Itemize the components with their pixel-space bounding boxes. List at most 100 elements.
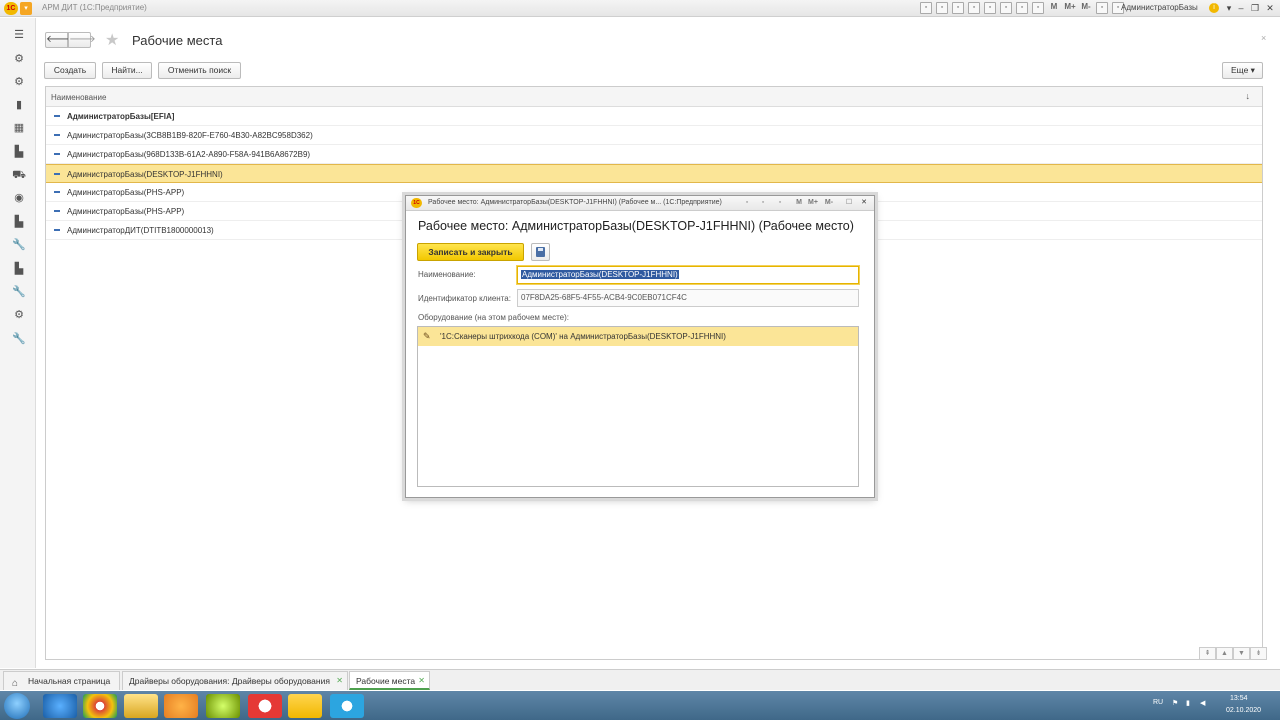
wrench-icon[interactable]: 🔧 bbox=[12, 332, 26, 346]
memory-plus-button[interactable]: M+ bbox=[808, 198, 818, 208]
tab-equipment-drivers[interactable]: Драйверы оборудования: Драйверы оборудов… bbox=[122, 671, 348, 690]
close-dialog-icon[interactable]: ✕ bbox=[859, 198, 869, 208]
close-tab-icon[interactable]: ✕ bbox=[418, 672, 425, 690]
tab-label: Драйверы оборудования: Драйверы оборудов… bbox=[129, 676, 330, 686]
table-row[interactable]: АдминистраторБазы[EFIA] bbox=[46, 107, 1262, 126]
link-icon[interactable]: ▫ bbox=[920, 2, 932, 14]
save-and-close-button[interactable]: Записать и закрыть bbox=[417, 243, 524, 261]
scroll-top-icon[interactable]: ⇞ bbox=[1199, 647, 1216, 660]
catalog-item-icon bbox=[54, 210, 60, 212]
restore-icon[interactable]: ❐ bbox=[1249, 2, 1261, 14]
print-icon[interactable]: ▫ bbox=[742, 198, 752, 208]
client-id-field[interactable]: 07F8DA25-68F5-4F55-ACB4-9C0EB071CF4C bbox=[517, 289, 859, 307]
archive-app-icon[interactable] bbox=[206, 694, 240, 718]
row-name: АдминистраторБазы(3CB8B1B9-820F-E760-4B3… bbox=[67, 131, 313, 140]
calculator-icon[interactable]: ▫ bbox=[1000, 2, 1012, 14]
tab-workplaces[interactable]: Рабочие места ✕ bbox=[349, 671, 430, 690]
scroll-up-icon[interactable]: ▲ bbox=[1216, 647, 1233, 660]
history-icon[interactable]: ▫ bbox=[968, 2, 980, 14]
find-button[interactable]: Найти... bbox=[102, 62, 152, 79]
compare-icon[interactable]: ▫ bbox=[1032, 2, 1044, 14]
chrome-icon[interactable] bbox=[83, 694, 117, 718]
disc-icon[interactable]: ◉ bbox=[12, 191, 26, 205]
favorite-star-icon[interactable]: ★ bbox=[105, 30, 119, 50]
list-item[interactable]: ✎ '1С:Сканеры штрихкода (COM)' на Админи… bbox=[418, 327, 858, 346]
1c-taskbar-icon[interactable] bbox=[288, 694, 322, 718]
calculator-icon[interactable]: ▫ bbox=[758, 198, 768, 208]
building-icon[interactable]: ▙ bbox=[12, 145, 26, 159]
clock-time[interactable]: 13:54 bbox=[1230, 695, 1248, 702]
tab-label: Начальная страница bbox=[28, 676, 111, 686]
maximize-icon[interactable]: ☐ bbox=[844, 198, 854, 208]
grid-icon[interactable]: ▦ bbox=[12, 121, 26, 135]
media-player-icon[interactable] bbox=[164, 694, 198, 718]
current-user[interactable]: АдминистраторБазы bbox=[1121, 3, 1198, 12]
calendar-icon[interactable]: ▫ bbox=[775, 198, 785, 208]
windows-start-icon[interactable] bbox=[4, 693, 30, 719]
memory-m-button[interactable]: M bbox=[1048, 2, 1060, 14]
cancel-search-button[interactable]: Отменить поиск bbox=[158, 62, 241, 79]
close-page-icon[interactable]: × bbox=[1261, 33, 1266, 43]
wrench-icon[interactable]: 🔧 bbox=[12, 285, 26, 299]
dialog-window-title: Рабочее место: АдминистраторБазы(DESKTOP… bbox=[428, 199, 722, 206]
file-explorer-icon[interactable] bbox=[124, 694, 158, 718]
row-name: АдминистраторБазы(DESKTOP-J1FHHNI) bbox=[67, 170, 223, 179]
calendar-icon[interactable]: ▫ bbox=[1016, 2, 1028, 14]
memory-m-button[interactable]: M bbox=[794, 198, 804, 208]
preview-icon[interactable]: ▫ bbox=[952, 2, 964, 14]
language-indicator[interactable]: RU bbox=[1153, 699, 1163, 706]
table-row-selected[interactable]: АдминистраторБазы(DESKTOP-J1FHHNI) bbox=[46, 164, 1262, 183]
scroll-down-icon[interactable]: ▼ bbox=[1233, 647, 1250, 660]
minimize-icon[interactable]: – bbox=[1235, 2, 1247, 14]
info-icon[interactable]: i bbox=[1209, 3, 1219, 13]
zoom-icon[interactable]: ▫ bbox=[1096, 2, 1108, 14]
table-row[interactable]: АдминистраторБазы(968D133B-61A2-A890-F58… bbox=[46, 145, 1262, 164]
table-row[interactable]: АдминистраторБазы(3CB8B1B9-820F-E760-4B3… bbox=[46, 126, 1262, 145]
memory-minus-button[interactable]: M- bbox=[824, 198, 834, 208]
gear-icon[interactable]: ⚙ bbox=[12, 75, 26, 89]
gear-icon[interactable]: ⚙ bbox=[12, 52, 26, 66]
flag-icon[interactable]: ⚑ bbox=[1172, 699, 1178, 707]
1c-logo-icon: 1С bbox=[411, 198, 422, 208]
sort-arrow-icon[interactable]: ↓ bbox=[1246, 91, 1251, 101]
telegram-icon[interactable] bbox=[330, 694, 364, 718]
network-icon[interactable]: ▮ bbox=[1186, 699, 1190, 707]
client-id-label: Идентификатор клиента: bbox=[418, 294, 511, 303]
volume-icon[interactable]: ◀ bbox=[1200, 699, 1205, 707]
yandex-browser-icon[interactable] bbox=[248, 694, 282, 718]
tab-label: Рабочие места bbox=[356, 676, 416, 686]
building-icon[interactable]: ▙ bbox=[12, 215, 26, 229]
os-taskbar: RU ⚑ ▮ ◀ 13:54 02.10.2020 bbox=[0, 691, 1280, 720]
menu-hamburger-icon[interactable]: ☰ bbox=[12, 28, 26, 42]
column-header-name[interactable]: Наименование bbox=[51, 93, 106, 102]
memory-minus-button[interactable]: M- bbox=[1080, 2, 1092, 14]
titlebar-toolbar: ▫ ▫ ▫ ▫ ▫ ▫ ▫ ▫ M M+ M- ▫ ▫ bbox=[920, 2, 1124, 15]
name-field[interactable]: АдминистраторБазы(DESKTOP-J1FHHNI) bbox=[517, 266, 859, 284]
more-button[interactable]: Еще ▾ bbox=[1222, 62, 1263, 79]
close-window-icon[interactable]: ✕ bbox=[1264, 2, 1276, 14]
sections-sidebar: ☰ ⚙ ⚙ ▮ ▦ ▙ ⛟ ◉ ▙ 🔧 ▙ 🔧 ⚙ 🔧 bbox=[0, 18, 36, 668]
mail-icon[interactable]: ▫ bbox=[984, 2, 996, 14]
save-button[interactable] bbox=[531, 243, 550, 261]
internet-explorer-icon[interactable] bbox=[43, 694, 77, 718]
books-icon[interactable]: ▮ bbox=[12, 98, 26, 112]
print-icon[interactable]: ▫ bbox=[936, 2, 948, 14]
scroll-bottom-icon[interactable]: ⇟ bbox=[1250, 647, 1267, 660]
app-titlebar: 1С ▾ АРМ ДИТ (1С:Предприятие) ▫ ▫ ▫ ▫ ▫ … bbox=[0, 0, 1280, 17]
cart-icon[interactable]: ⛟ bbox=[12, 168, 26, 182]
main-menu-chevron-icon[interactable]: ▾ bbox=[20, 2, 32, 15]
catalog-item-icon bbox=[54, 153, 60, 155]
clock-date[interactable]: 02.10.2020 bbox=[1226, 707, 1261, 714]
more-label: Еще bbox=[1231, 65, 1249, 75]
memory-plus-button[interactable]: M+ bbox=[1064, 2, 1076, 14]
forward-button[interactable]: 🡒 bbox=[68, 32, 96, 48]
window-menu-chevron-icon[interactable]: ▾ bbox=[1223, 2, 1235, 14]
back-button[interactable]: 🡐 bbox=[45, 32, 73, 48]
wrench-icon[interactable]: 🔧 bbox=[12, 238, 26, 252]
row-name: АдминистраторБазы(PHS-APP) bbox=[67, 207, 185, 216]
gear-icon[interactable]: ⚙ bbox=[12, 308, 26, 322]
building-icon[interactable]: ▙ bbox=[12, 262, 26, 276]
create-button[interactable]: Создать bbox=[44, 62, 96, 79]
close-tab-icon[interactable]: ✕ bbox=[336, 672, 343, 690]
tab-home[interactable]: ⌂ Начальная страница bbox=[3, 671, 120, 690]
